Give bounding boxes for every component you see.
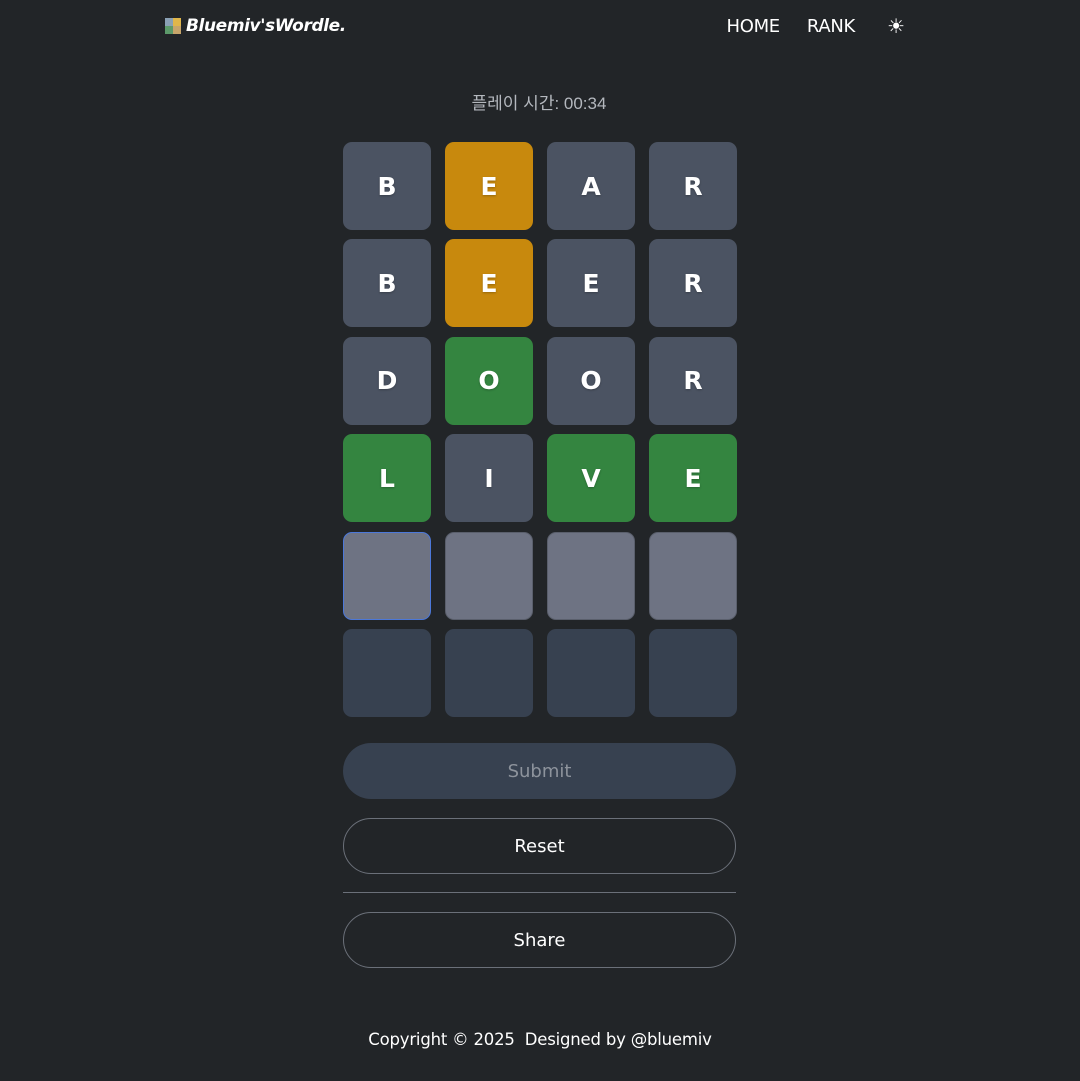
sun-icon[interactable]: ☀: [887, 14, 905, 39]
board-tile: E: [445, 239, 533, 328]
board-tile: R: [649, 142, 737, 230]
wordle-page: Bluemiv'sWordle. HOME RANK ☀ 플레이 시간: 00:…: [0, 0, 1080, 1081]
divider: [343, 892, 736, 893]
board-tile: [547, 628, 635, 717]
board-tile: O: [547, 336, 635, 425]
logo[interactable]: Bluemiv'sWordle.: [165, 14, 346, 38]
board-tile: B: [343, 239, 431, 328]
nav-home-link[interactable]: HOME: [726, 16, 780, 37]
board-tile: [649, 628, 737, 717]
logo-text: Bluemiv'sWordle.: [186, 16, 346, 36]
board-tile: A: [547, 142, 635, 230]
board-tile: [445, 628, 533, 717]
board-tile: [343, 628, 431, 717]
board-tile: I: [445, 434, 533, 523]
board-tile: R: [649, 336, 737, 425]
board-tile: E: [649, 434, 737, 523]
board-tile: D: [343, 336, 431, 425]
board-tile: B: [343, 142, 431, 230]
share-button[interactable]: Share: [343, 912, 736, 968]
board-tile: R: [649, 239, 737, 328]
game-board: BEARBEERDOORLIVE: [343, 142, 737, 717]
board-tile: E: [547, 239, 635, 328]
wordle-logo-icon: [165, 18, 181, 34]
footer-copyright: Copyright © 2025 Designed by @bluemiv: [368, 1030, 712, 1049]
main-nav: HOME RANK ☀: [726, 14, 905, 38]
board-tile[interactable]: [547, 531, 635, 620]
board-tile[interactable]: [343, 531, 431, 620]
header: Bluemiv'sWordle. HOME RANK ☀: [0, 0, 1080, 54]
nav-rank-link[interactable]: RANK: [807, 16, 855, 37]
play-timer: 플레이 시간: 00:34: [471, 94, 607, 113]
board-tile: E: [445, 142, 533, 230]
board-tile[interactable]: [649, 531, 737, 620]
board-tile[interactable]: [445, 531, 533, 620]
reset-button[interactable]: Reset: [343, 818, 736, 874]
submit-button[interactable]: Submit: [343, 743, 736, 799]
board-tile: V: [547, 434, 635, 523]
board-tile: O: [445, 336, 533, 425]
board-tile: L: [343, 434, 431, 523]
